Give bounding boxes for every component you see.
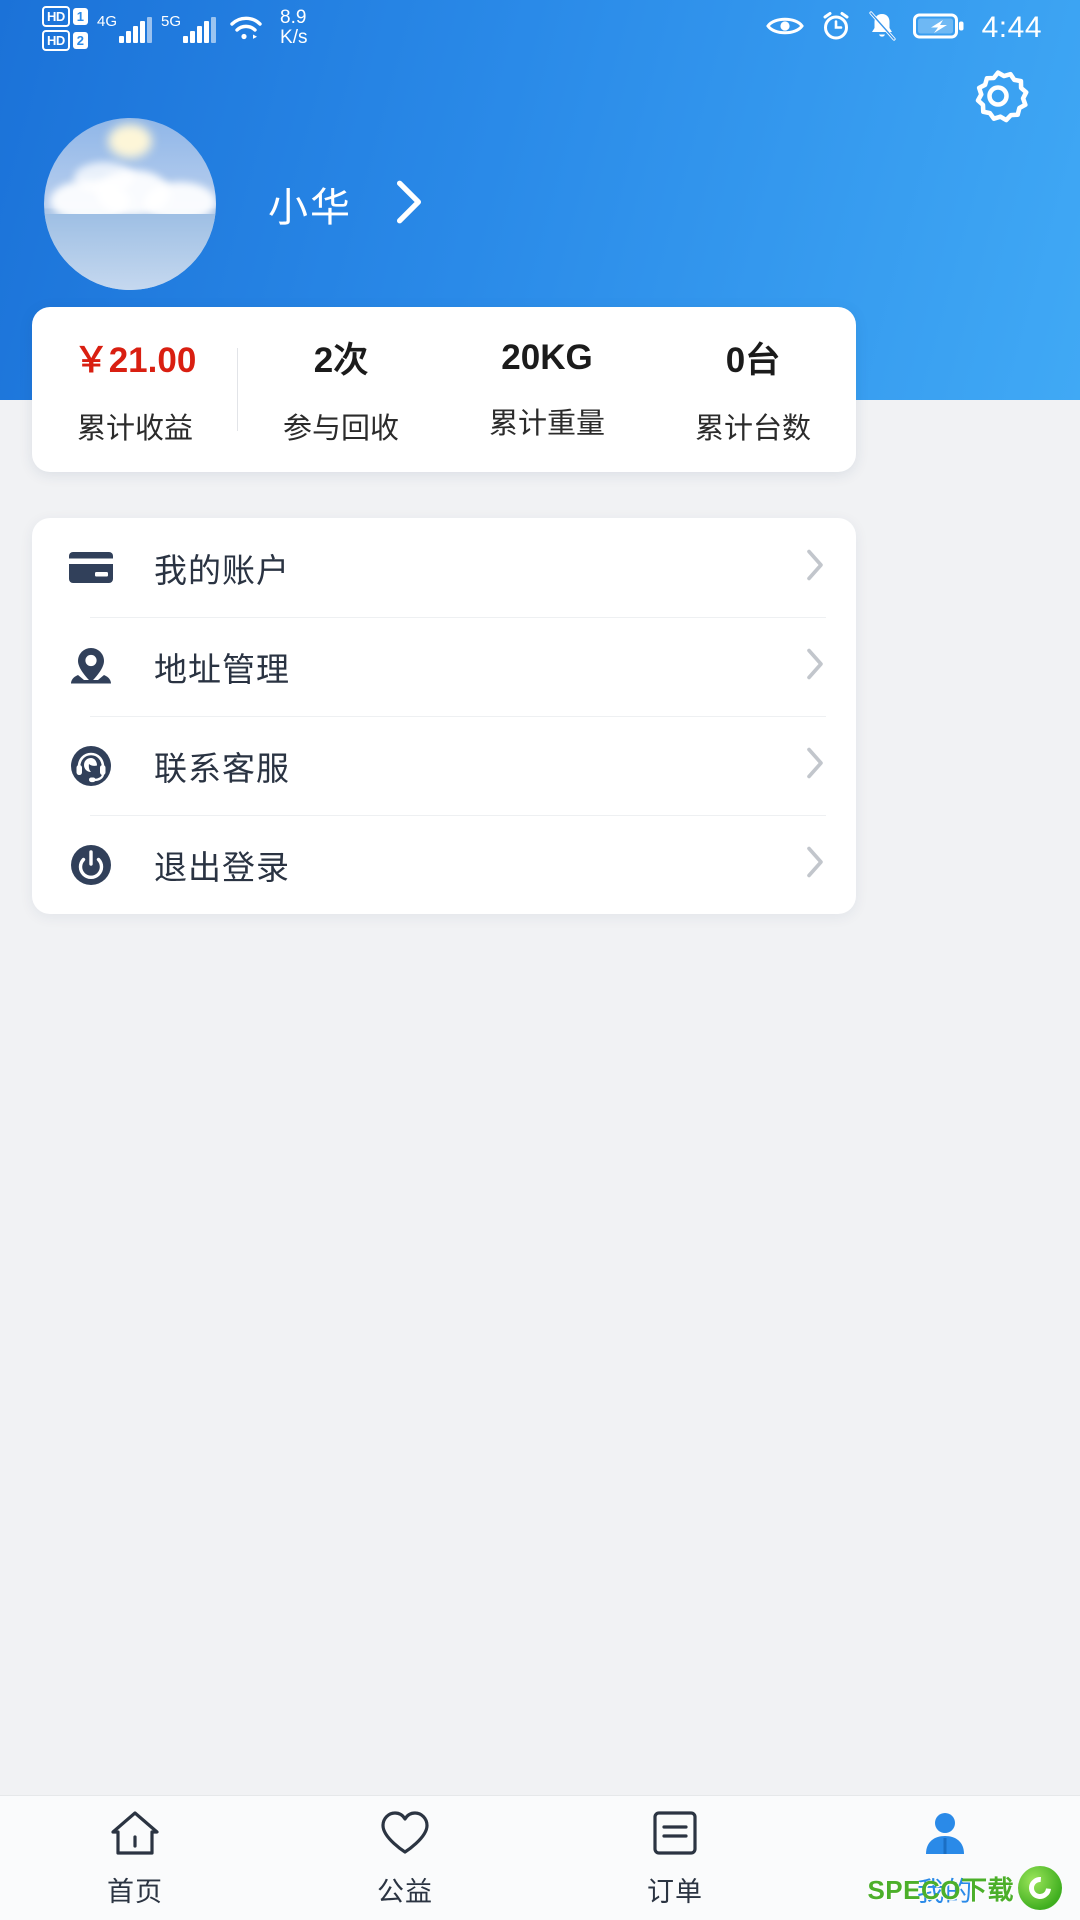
stat-recycle-count[interactable]: 2次 参与回收 [238,332,444,447]
network-speed-unit: K/s [280,27,308,48]
avatar-sun [108,124,152,158]
chevron-right-icon [804,745,826,786]
watermark: SPECO下载 [867,1866,1062,1910]
nav-tab-label: 公益 [377,1876,433,1907]
home-icon[interactable] [109,1808,161,1858]
heart-icon[interactable] [378,1808,432,1858]
hd-sim1: HD 1 [42,5,89,27]
stats-card: ￥21.00 累计收益 2次 参与回收 20KG 累计重量 0台 累计台数 [32,307,856,472]
status-bar-clock: 4:44 [981,11,1042,44]
network-type-sim2: 5G [161,12,182,30]
signal-bars-icon-2 [183,16,217,43]
stat-value: 20KG [501,337,593,377]
avatar-water [44,214,216,290]
stat-earnings[interactable]: ￥21.00 累计收益 [32,332,238,447]
chevron-right-icon [804,646,826,687]
menu-item-my-account[interactable]: 我的账户 [62,518,826,617]
headset-support-icon [62,737,120,795]
avatar-cloud [74,162,134,194]
signal-sim2: 5G [161,12,217,43]
hd-label-2: HD [42,29,70,51]
hd-num-2: 2 [72,31,89,49]
credit-card-icon [62,539,120,597]
chevron-right-icon[interactable] [392,177,426,232]
order-list-icon[interactable] [650,1808,700,1858]
power-off-icon [62,836,120,894]
nav-tab-charity[interactable]: 公益 [270,1808,540,1909]
stat-value: 2次 [313,341,369,380]
menu-item-label: 地址管理 [154,650,290,688]
menu-item-label: 我的账户 [154,551,290,589]
nav-tab-label: 订单 [647,1876,703,1907]
wifi-icon [229,15,263,41]
menu-item-label: 退出登录 [154,848,290,886]
menu-item-label: 联系客服 [154,749,290,787]
stat-label: 参与回收 [282,413,399,445]
menu-card: 我的账户 地址管理 联系客服 退出登录 [32,518,856,914]
stat-value: 0台 [725,341,781,380]
hd-voice-indicators: HD 1 HD 2 [42,5,89,51]
status-bar-right: 4:44 [765,10,1080,46]
chevron-right-icon [804,844,826,885]
watermark-text: SPECO下载 [867,1874,1014,1905]
bell-muted-icon [868,10,896,46]
username: 小华 [268,186,352,230]
network-speed: 8.9 K/s [280,8,307,48]
menu-item-contact-support[interactable]: 联系客服 [62,716,826,815]
status-bar-left: HD 1 HD 2 4G 5G 8.9 K/s [0,5,308,51]
signal-sim1: 4G [97,12,153,43]
gear-icon[interactable] [964,70,1032,134]
menu-item-logout[interactable]: 退出登录 [62,815,826,914]
speco-logo-icon [1018,1866,1062,1910]
hd-sim2: HD 2 [42,29,89,51]
alarm-clock-icon [821,11,851,46]
nav-tab-home[interactable]: 首页 [0,1808,270,1909]
eye-icon [765,14,804,43]
stat-total-devices[interactable]: 0台 累计台数 [650,332,856,447]
stat-total-weight[interactable]: 20KG 累计重量 [444,338,650,442]
nav-tab-label: 首页 [107,1876,163,1907]
chevron-right-icon [804,547,826,588]
profile-row[interactable]: 小华 [44,118,426,290]
settings-button[interactable] [964,62,1032,130]
location-pin-icon [62,638,120,696]
avatar[interactable] [44,118,216,290]
stat-label: 累计重量 [488,407,605,440]
stat-label: 累计台数 [694,413,811,445]
network-type-sim1: 4G [97,12,118,30]
stat-label: 累计收益 [76,413,193,445]
menu-item-address-management[interactable]: 地址管理 [62,617,826,716]
status-bar: HD 1 HD 2 4G 5G 8.9 K/s 4:44 [0,0,1080,56]
hd-label-1: HD [42,5,70,27]
hd-num-1: 1 [72,7,89,25]
signal-bars-icon-1 [119,16,153,43]
person-icon[interactable] [920,1808,970,1858]
network-speed-value: 8.9 [280,7,307,28]
stat-value: ￥21.00 [73,341,197,380]
battery-charging-icon [912,12,965,45]
nav-tab-orders[interactable]: 订单 [540,1808,810,1909]
